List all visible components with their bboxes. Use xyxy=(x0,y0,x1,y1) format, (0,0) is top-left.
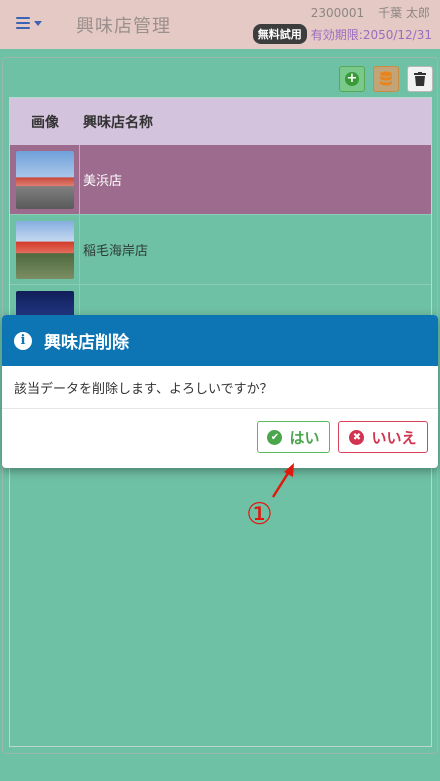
dialog-title: 興味店削除 xyxy=(44,333,129,353)
store-name: 稲毛海岸店 xyxy=(83,244,149,259)
hamburger-menu-icon xyxy=(16,17,30,29)
annotation-number: ① xyxy=(246,497,273,532)
image-cell xyxy=(10,215,80,284)
database-button[interactable] xyxy=(373,66,399,92)
user-name: 千葉 太郎 xyxy=(378,6,430,20)
delete-confirm-dialog: i 興味店削除 該当データを削除します、よろしいですか？ ✔ はい ✖ いいえ xyxy=(2,315,438,468)
image-cell xyxy=(10,145,80,214)
user-info: 2300001 千葉 太郎 xyxy=(311,4,430,21)
close-circle-icon: ✖ xyxy=(349,429,365,445)
store-thumbnail xyxy=(15,220,74,279)
dialog-message: 該当データを削除します、よろしいですか？ xyxy=(2,366,438,409)
column-header-image: 画像 xyxy=(31,114,59,131)
expiry-date: 有効期限:2050/12/31 xyxy=(310,27,432,42)
trash-icon xyxy=(414,72,426,86)
plus-circle-icon: + xyxy=(345,71,359,86)
user-id: 2300001 xyxy=(310,6,365,20)
app-header: 興味店管理 2300001 千葉 太郎 無料試用 有効期限:2050/12/31 xyxy=(0,0,440,49)
no-label: いいえ xyxy=(371,428,417,447)
store-name: 美浜店 xyxy=(83,174,123,189)
check-circle-icon: ✔ xyxy=(267,429,283,445)
store-thumbnail xyxy=(15,150,74,209)
database-icon xyxy=(380,71,392,86)
add-button[interactable]: + xyxy=(339,66,365,92)
trial-badge: 無料試用 xyxy=(252,24,307,44)
menu-button[interactable] xyxy=(16,12,48,34)
info-icon: i xyxy=(14,331,32,350)
dialog-footer: ✔ はい ✖ いいえ xyxy=(2,409,438,468)
column-header-name: 興味店名称 xyxy=(83,114,153,131)
table-row[interactable]: 稲毛海岸店 xyxy=(10,215,431,285)
table-header: 画像 興味店名称 xyxy=(10,98,431,145)
no-button[interactable]: ✖ いいえ xyxy=(338,421,428,453)
yes-label: はい xyxy=(289,428,320,447)
dialog-header: i 興味店削除 xyxy=(2,315,438,366)
subscription-info: 無料試用 有効期限:2050/12/31 xyxy=(252,24,432,44)
page-title: 興味店管理 xyxy=(76,16,171,37)
table-row[interactable]: 美浜店 xyxy=(10,145,431,215)
yes-button[interactable]: ✔ はい xyxy=(257,421,330,453)
delete-button[interactable] xyxy=(407,66,433,92)
chevron-down-icon xyxy=(34,20,42,26)
